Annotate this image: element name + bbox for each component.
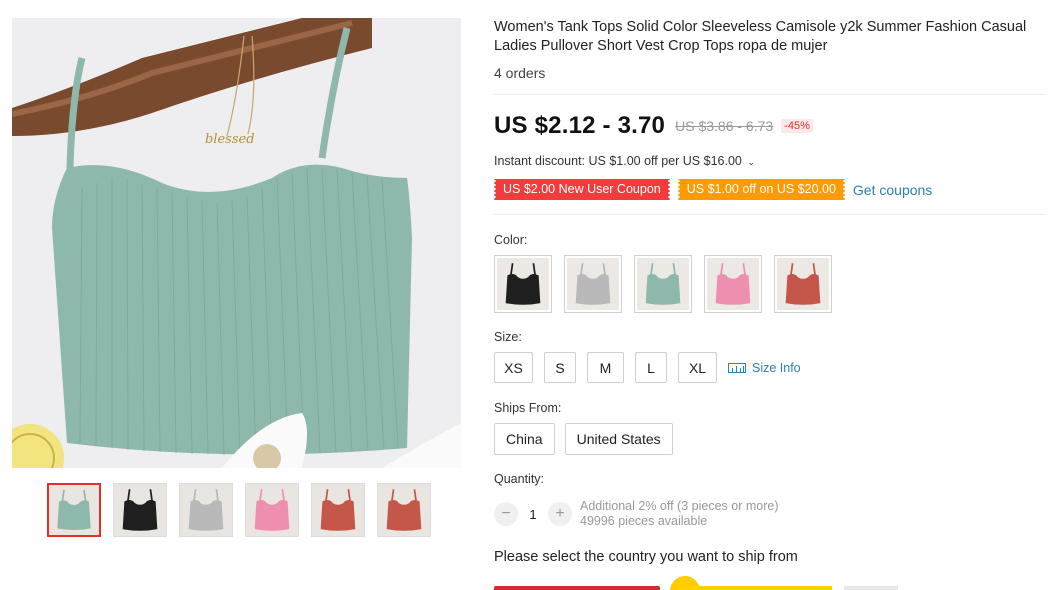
color-label: Color:	[494, 233, 528, 247]
chevron-down-icon: ⌄	[747, 157, 755, 167]
thumbnail-gray[interactable]	[179, 483, 233, 537]
ships-from-label: Ships From:	[494, 401, 562, 415]
color-option-sage-green[interactable]	[634, 255, 692, 313]
thumbnail-brick-red[interactable]	[311, 483, 365, 537]
get-coupons-link[interactable]: Get coupons	[853, 182, 932, 198]
action-buttons-partial	[494, 586, 1048, 590]
size-option-s[interactable]: S	[544, 352, 576, 383]
color-option-black[interactable]	[494, 255, 552, 313]
size-info-label: Size Info	[752, 360, 801, 375]
color-option-brick-red[interactable]	[774, 255, 832, 313]
ships-from-options: China United States	[494, 423, 683, 455]
size-option-xl[interactable]: XL	[678, 352, 717, 383]
stock-available: 49996 pieces available	[580, 514, 708, 528]
discount-badge: -45%	[781, 119, 813, 133]
bulk-discount-note: Additional 2% off (3 pieces or more)	[580, 499, 779, 513]
color-option-pink[interactable]	[704, 255, 762, 313]
thumbnail-strip	[47, 483, 431, 537]
size-label: Size:	[494, 330, 522, 344]
instant-discount[interactable]: Instant discount: US $1.00 off per US $1…	[494, 154, 755, 168]
divider	[494, 214, 1046, 215]
size-option-xs[interactable]: XS	[494, 352, 533, 383]
color-options	[494, 255, 832, 313]
size-info-link[interactable]: Size Info	[728, 361, 801, 375]
quantity-input[interactable]	[518, 506, 548, 522]
store-coupon[interactable]: US $1.00 off on US $20.00	[676, 179, 847, 200]
svg-text:blessed: blessed	[205, 132, 255, 147]
product-photo: blessed	[12, 18, 461, 468]
price: US $2.12 - 3.70	[494, 112, 666, 139]
thumbnail-brick-red-closeup[interactable]	[377, 483, 431, 537]
buy-now-button[interactable]	[494, 586, 660, 590]
original-price: US $3.86 - 6.73	[675, 118, 774, 134]
price-row: US $2.12 - 3.70 US $3.86 - 6.73 -45%	[494, 112, 813, 140]
quantity-label: Quantity:	[494, 472, 545, 486]
main-product-image[interactable]: blessed	[12, 18, 461, 468]
ruler-icon	[728, 362, 746, 373]
size-option-m[interactable]: M	[587, 352, 624, 383]
new-user-coupon[interactable]: US $2.00 New User Coupon	[493, 179, 671, 200]
thumbnail-pink[interactable]	[245, 483, 299, 537]
increase-quantity-button[interactable]: +	[548, 502, 572, 526]
wishlist-button[interactable]	[844, 586, 898, 590]
size-option-l[interactable]: L	[635, 352, 667, 383]
quantity-note: Additional 2% off (3 pieces or more) 499…	[580, 499, 778, 529]
thumbnail-black[interactable]	[113, 483, 167, 537]
quantity-stepper: − + Additional 2% off (3 pieces or more)…	[494, 499, 778, 529]
color-option-gray[interactable]	[564, 255, 622, 313]
decrease-quantity-button[interactable]: −	[494, 502, 518, 526]
coupon-row: US $2.00 New User Coupon US $1.00 off on…	[493, 179, 932, 200]
size-options: XS S M L XL Size Info	[494, 352, 801, 383]
add-to-cart-button[interactable]	[678, 586, 832, 590]
order-count: 4 orders	[494, 65, 546, 81]
ship-option-united-states[interactable]: United States	[564, 423, 673, 455]
ship-option-china[interactable]: China	[494, 423, 555, 455]
divider	[494, 94, 1046, 95]
thumbnail-green[interactable]	[47, 483, 101, 537]
product-title: Women's Tank Tops Solid Color Sleeveless…	[494, 19, 1027, 54]
instant-discount-text: Instant discount: US $1.00 off per US $1…	[494, 154, 742, 168]
shipping-prompt: Please select the country you want to sh…	[494, 549, 798, 565]
